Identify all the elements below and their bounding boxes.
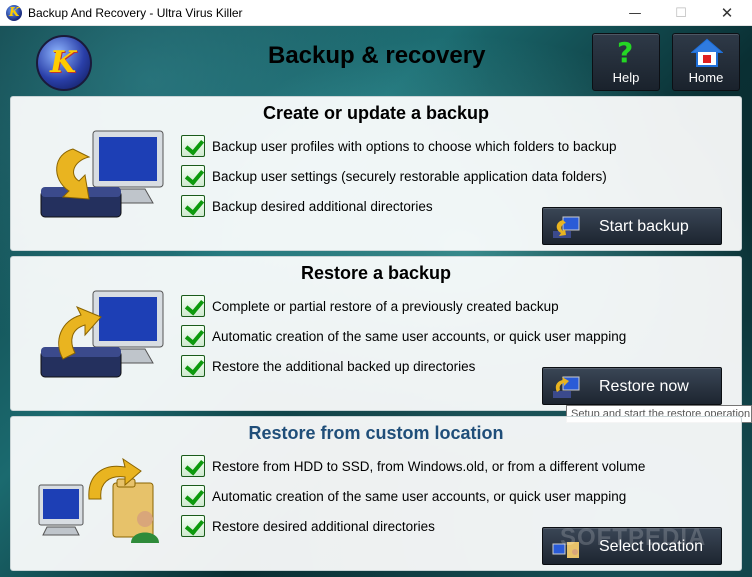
feature-item: Restore from HDD to SSD, from Windows.ol… <box>181 455 645 477</box>
feature-item: Complete or partial restore of a previou… <box>181 295 559 317</box>
feature-item: Backup user profiles with options to cho… <box>181 135 616 157</box>
app-logo: K <box>36 35 92 91</box>
feature-text: Complete or partial restore of a previou… <box>212 298 559 314</box>
help-button-label: Help <box>612 70 640 85</box>
feature-text: Restore desired additional directories <box>212 518 435 534</box>
check-icon <box>181 325 205 347</box>
feature-text: Backup user settings (securely restorabl… <box>212 168 607 184</box>
feature-item: Backup user settings (securely restorabl… <box>181 165 607 187</box>
check-icon <box>181 165 205 187</box>
backup-computer-icon <box>40 130 164 218</box>
page-title: Backup & recovery <box>268 42 486 69</box>
restore-computer-icon <box>40 290 164 378</box>
check-icon <box>181 195 205 217</box>
create-backup-panel: Create or update a backup Backup user pr… <box>10 96 742 251</box>
feature-item: Restore the additional backed up directo… <box>181 355 475 377</box>
start-backup-label: Start backup <box>599 218 689 235</box>
feature-text: Backup user profiles with options to cho… <box>212 138 617 154</box>
logo-letter: K <box>50 45 77 80</box>
check-icon <box>181 135 205 157</box>
restore-now-label: Restore now <box>599 378 689 395</box>
minimize-button[interactable]: — <box>612 0 658 26</box>
feature-text: Automatic creation of the same user acco… <box>212 488 627 504</box>
question-icon: ? <box>617 36 634 69</box>
select-location-label: Select location <box>599 538 704 555</box>
restore-icon <box>553 376 580 398</box>
select-location-button[interactable]: Select location <box>542 527 722 565</box>
maximize-button[interactable]: ☐ <box>658 0 704 26</box>
feature-item: Backup desired additional directories <box>181 195 433 217</box>
home-icon <box>691 38 723 67</box>
folder-location-icon <box>552 542 579 558</box>
feature-text: Restore from HDD to SSD, from Windows.ol… <box>212 458 646 474</box>
feature-item: Restore desired additional directories <box>181 515 435 537</box>
app-icon-letter: K <box>9 4 20 19</box>
title-bar: K Backup And Recovery - Ultra Virus Kill… <box>0 0 752 26</box>
feature-text: Backup desired additional directories <box>212 198 433 214</box>
feature-item: Automatic creation of the same user acco… <box>181 485 626 507</box>
custom-location-icon <box>38 457 159 543</box>
check-icon <box>181 455 205 477</box>
check-icon <box>181 295 205 317</box>
restore-backup-panel: Restore a backup Complete or partial res… <box>10 256 742 411</box>
app-icon: K <box>6 4 22 21</box>
backup-icon <box>553 216 580 238</box>
custom-location-panel: Restore from custom location Restore fro… <box>10 416 742 571</box>
feature-text: Restore the additional backed up directo… <box>212 358 476 374</box>
check-icon <box>181 355 205 377</box>
home-button[interactable]: Home <box>672 33 740 91</box>
window-title: Backup And Recovery - Ultra Virus Killer <box>28 5 243 20</box>
close-button[interactable]: ✕ <box>704 0 750 26</box>
feature-text: Automatic creation of the same user acco… <box>212 328 627 344</box>
feature-item: Automatic creation of the same user acco… <box>181 325 626 347</box>
home-button-label: Home <box>688 70 724 85</box>
start-backup-button[interactable]: Start backup <box>542 207 722 245</box>
help-button[interactable]: ? Help <box>592 33 660 91</box>
check-icon <box>181 485 205 507</box>
restore-now-button[interactable]: Restore now <box>542 367 722 405</box>
check-icon <box>181 515 205 537</box>
